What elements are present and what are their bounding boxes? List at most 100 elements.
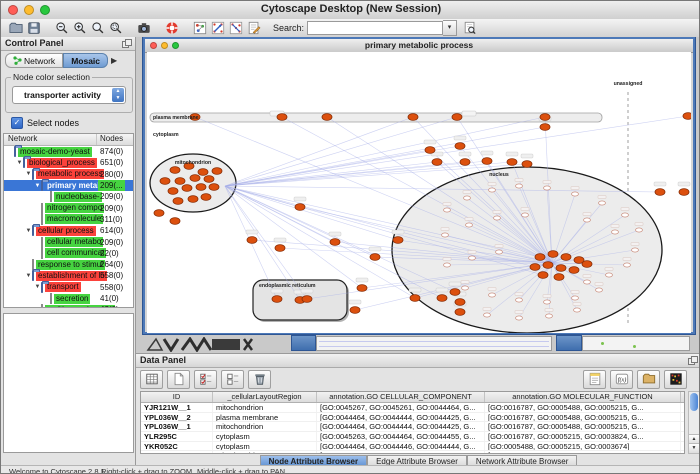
network-node[interactable] [160,178,170,185]
plasma-membrane-region[interactable] [150,113,602,122]
network-node[interactable] [582,261,592,268]
zoom-out-icon[interactable] [53,20,71,36]
network-node[interactable] [277,114,287,121]
tab-mosaic[interactable]: Mosaic [63,53,108,68]
network-node[interactable] [556,265,566,272]
network-node[interactable] [455,143,465,150]
expander-icon[interactable]: ▼ [25,228,32,234]
network-view-window[interactable]: primary metabolic process plasma membran… [143,37,695,334]
nucleus-node[interactable] [584,218,591,222]
nucleus-node[interactable] [632,248,639,252]
network-node[interactable] [201,194,211,201]
network-node[interactable] [679,189,689,196]
nucleus-node[interactable] [572,192,579,196]
network-node[interactable] [452,114,462,121]
nucleus-node[interactable] [636,228,643,232]
nucleus-node[interactable] [494,216,501,220]
notepad-icon[interactable] [583,370,606,389]
nucleus-node[interactable] [466,223,473,227]
network-node[interactable] [460,159,470,166]
table-row[interactable]: YPL036W__1mitochondrion[GO:0044464, GO:0… [141,422,684,432]
nucleus-node[interactable] [612,230,619,234]
background-window-titlebar[interactable] [291,335,316,351]
network-node[interactable] [408,114,418,121]
attribute-table-icon[interactable] [140,370,163,389]
network-node[interactable] [450,289,460,296]
network-node[interactable] [302,296,312,303]
network-node[interactable] [530,264,540,271]
network-node[interactable] [295,204,305,211]
column-header[interactable]: ID [141,392,213,402]
formula-icon[interactable]: f(x) [610,370,633,389]
network-node[interactable] [482,158,492,165]
nucleus-node[interactable] [516,298,523,302]
nucleus-node[interactable] [462,286,469,290]
network-node[interactable] [196,184,206,191]
table-row[interactable]: YDR039C__1mitochondrion[GO:0044464, GO:0… [141,451,684,454]
table-row[interactable]: YJR121W__1mitochondrion[GO:0045267, GO:0… [141,403,684,413]
float-data-panel-icon[interactable] [688,356,697,365]
tree-item-cellular-metabo[interactable]: cellular metabo209(0) [4,236,133,247]
network-node[interactable] [393,237,403,244]
background-window-content[interactable] [316,336,552,351]
network-node[interactable] [410,295,420,302]
tab-overflow-arrow[interactable]: ▶ [111,56,117,65]
expander-icon[interactable]: ▼ [25,273,32,279]
network-node[interactable] [455,299,465,306]
annotation-icon[interactable] [245,20,263,36]
nucleus-node[interactable] [606,273,613,277]
network-node[interactable] [272,296,282,303]
network-node[interactable] [357,285,367,292]
network-node[interactable] [198,169,208,176]
tree-item-cell-communicat[interactable]: cell communicat22(0) [4,248,133,259]
network-node[interactable] [425,147,435,154]
nucleus-node[interactable] [444,208,451,212]
tree-item-metabolic-process[interactable]: ▼metabolic process280(0) [4,169,133,180]
nucleus-node[interactable] [574,308,581,312]
network-node[interactable] [330,239,340,246]
tree-item-macromolecule[interactable]: macromolecule311(0) [4,214,133,225]
network-node[interactable] [204,176,214,183]
expander-icon[interactable]: ▼ [34,284,41,290]
nucleus-node[interactable] [546,314,553,318]
network-node[interactable] [535,254,545,261]
vizmapper-icon[interactable] [191,20,209,36]
nucleus-node[interactable] [444,263,451,267]
tree-item-nucleobase-[interactable]: nucleobase-209(0) [4,191,133,202]
table-row[interactable]: YKR052Ccytoplasm[GO:0044464, GO:0044446,… [141,442,684,452]
matrix-icon[interactable] [664,370,687,389]
select-attributes-icon[interactable] [194,370,217,389]
network-node[interactable] [209,184,219,191]
network-node[interactable] [543,262,553,269]
network-node[interactable] [170,218,180,225]
nucleus-node[interactable] [522,213,529,217]
nucleus-node[interactable] [516,316,523,320]
zoom-selected-icon[interactable] [107,20,125,36]
nucleus-node[interactable] [484,313,491,317]
zoom-fit-icon[interactable] [89,20,107,36]
network-node[interactable] [507,159,517,166]
nucleus-node[interactable] [489,188,496,192]
network-node[interactable] [540,114,550,121]
new-attribute-icon[interactable] [167,370,190,389]
node-color-dropdown[interactable]: transporter activity ▲▼ [12,86,126,104]
tree-item-nitrogen-compo[interactable]: nitrogen compo209(0) [4,202,133,213]
network-node[interactable] [432,159,442,166]
network-node[interactable] [190,175,200,182]
expander-icon[interactable]: ▼ [25,171,32,177]
nucleus-node[interactable] [544,300,551,304]
network-node[interactable] [655,189,665,196]
nucleus-node[interactable] [464,196,471,200]
tree-column-divider[interactable] [96,134,97,145]
scrollbar-thumb[interactable] [690,393,698,411]
nucleus-node[interactable] [544,186,551,190]
nucleus-node[interactable] [496,250,503,254]
network-node[interactable] [170,167,180,174]
tree-item-primary-metabo[interactable]: ▼primary metabo209(... [4,180,133,191]
network-node[interactable] [455,309,465,316]
zoom-in-icon[interactable] [71,20,89,36]
network-node[interactable] [561,254,571,261]
nucleus-node[interactable] [596,288,603,292]
network-node[interactable] [370,254,380,261]
column-header[interactable]: _cellularLayoutRegion [213,392,317,402]
